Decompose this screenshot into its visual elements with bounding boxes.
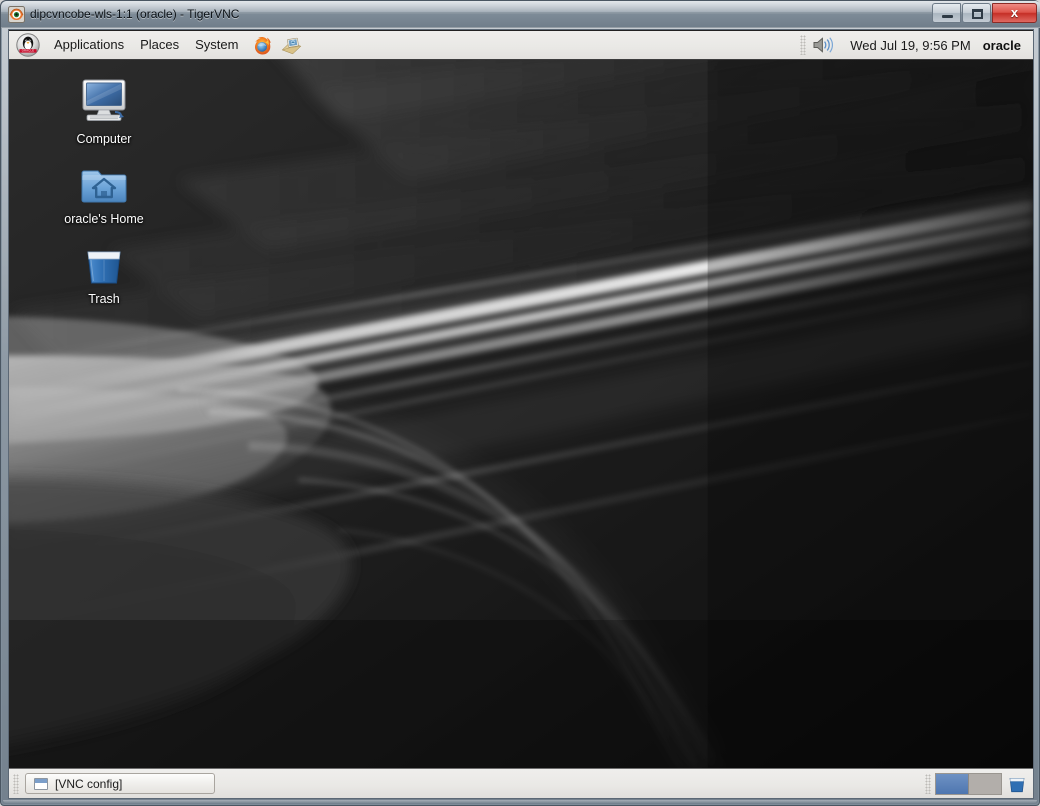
maximize-icon (972, 9, 983, 19)
minimize-icon (942, 15, 953, 18)
computer-icon (82, 79, 126, 121)
desktop-icon-label: Trash (88, 292, 120, 306)
trash-applet-icon[interactable] (1006, 773, 1028, 795)
evolution-mail-launcher[interactable] (278, 32, 304, 58)
window-title: dipcvncobe-wls-1:1 (oracle) - TigerVNC (30, 7, 240, 21)
home-folder-icon (81, 170, 127, 203)
evolution-mail-icon (281, 37, 302, 54)
volume-speaker-icon[interactable] (810, 33, 838, 57)
wallpaper-artwork (9, 60, 1033, 768)
desktop-icon-trash[interactable]: Trash (52, 237, 156, 306)
tasklist-drag-handle[interactable] (13, 773, 19, 794)
desktop-icon-label: Computer (76, 132, 132, 146)
menu-system[interactable]: System (188, 33, 245, 57)
desktop-wallpaper[interactable] (9, 60, 1033, 768)
menu-places[interactable]: Places (133, 33, 186, 57)
gnome-top-panel: ORACLE Applications Places System Wed Ju… (9, 30, 1033, 60)
workspace-2[interactable] (968, 773, 1001, 794)
desktop-icon-computer[interactable]: Computer (52, 77, 156, 146)
taskbar-item-label: [VNC config] (55, 776, 123, 791)
home-icon-box (52, 157, 156, 207)
trash-icon-box (52, 237, 156, 287)
desktop-icon-label: oracle's Home (64, 212, 144, 226)
desktop-icon-home[interactable]: oracle's Home (52, 157, 156, 226)
window-icon (34, 777, 48, 790)
svg-text:ORACLE: ORACLE (22, 49, 34, 53)
firefox-icon (254, 36, 271, 55)
oracle-linux-penguin-logo[interactable]: ORACLE (16, 33, 40, 57)
computer-icon-box (52, 77, 156, 127)
panel-menu-group: ORACLE Applications Places System (9, 31, 306, 59)
vnc-viewer-window: dipcvncobe-wls-1:1 (oracle) - TigerVNC x (0, 0, 1040, 806)
close-icon: x (1010, 5, 1019, 20)
window-frame-bottom (3, 800, 1037, 803)
window-titlebar[interactable]: dipcvncobe-wls-1:1 (oracle) - TigerVNC x (1, 1, 1040, 28)
gnome-bottom-panel: [VNC config] (9, 768, 1033, 798)
maximize-button[interactable] (962, 3, 991, 23)
remote-desktop-view[interactable]: ORACLE Applications Places System Wed Ju… (8, 29, 1034, 799)
taskbar-item-vnc-config[interactable]: [VNC config] (25, 773, 215, 794)
workspace-1[interactable] (936, 773, 968, 794)
trash-applet-glyph (1009, 777, 1025, 792)
panel-clock[interactable]: Wed Jul 19, 9:56 PM (842, 34, 978, 57)
firefox-launcher[interactable] (248, 32, 274, 58)
close-button[interactable]: x (992, 3, 1037, 23)
tray-drag-handle[interactable] (800, 35, 807, 55)
menu-applications[interactable]: Applications (47, 33, 131, 57)
panel-username[interactable]: oracle (979, 34, 1031, 57)
minimize-button[interactable] (932, 3, 961, 23)
window-controls: x (932, 3, 1037, 23)
trash-icon (87, 251, 121, 284)
workspace-drag-handle[interactable] (925, 773, 931, 794)
tigervnc-icon (8, 6, 25, 23)
workspace-switcher[interactable] (935, 772, 1002, 795)
